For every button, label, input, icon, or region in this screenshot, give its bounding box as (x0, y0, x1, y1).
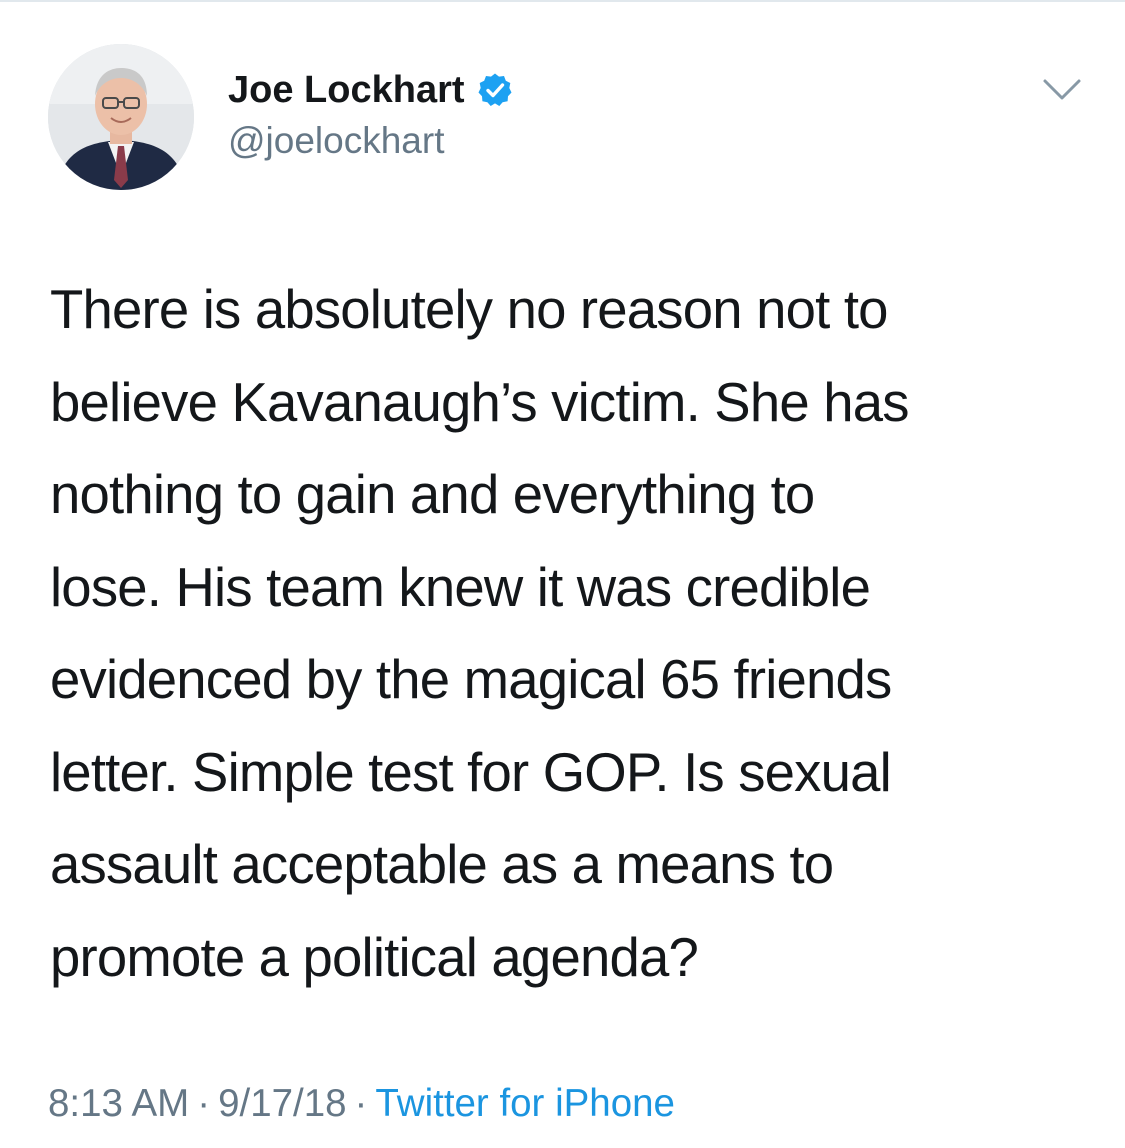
meta-separator: · (354, 1082, 368, 1125)
meta-separator: · (197, 1082, 211, 1125)
tweet-text-line: assault acceptable as a means to (50, 834, 834, 895)
tweet-text-line: letter. Simple test for GOP. Is sexual (50, 741, 892, 803)
tweet-source-link[interactable]: Twitter for iPhone (375, 1082, 675, 1125)
tweet-text-line: promote a political agenda? (50, 926, 699, 988)
tweet-text-line: believe Kavanaugh’s victim. She has (50, 371, 909, 433)
chevron-down-icon[interactable] (1040, 72, 1084, 108)
author-name-row: Joe Lockhart (228, 66, 513, 114)
tweet-metadata: 8:13 AM · 9/17/18 · Twitter for iPhone (48, 1076, 675, 1132)
author-display-name[interactable]: Joe Lockhart (228, 66, 465, 114)
author-handle[interactable]: @joelockhart (228, 118, 445, 164)
author-avatar[interactable] (48, 44, 194, 190)
tweet-time[interactable]: 8:13 AM (48, 1082, 189, 1125)
tweet-text: There is absolutely no reason not to bel… (50, 264, 1090, 1004)
avatar-photo (48, 44, 194, 190)
tweet-text-line: nothing to gain and everything to (50, 464, 815, 525)
tweet-text-line: evidenced by the magical 65 friends (50, 649, 892, 710)
tweet-date[interactable]: 9/17/18 (218, 1082, 346, 1125)
top-divider (0, 0, 1125, 2)
tweet-text-line: There is absolutely no reason not to (50, 279, 888, 340)
tweet-text-line: lose. His team knew it was credible (50, 556, 871, 618)
verified-badge-icon (478, 73, 512, 106)
